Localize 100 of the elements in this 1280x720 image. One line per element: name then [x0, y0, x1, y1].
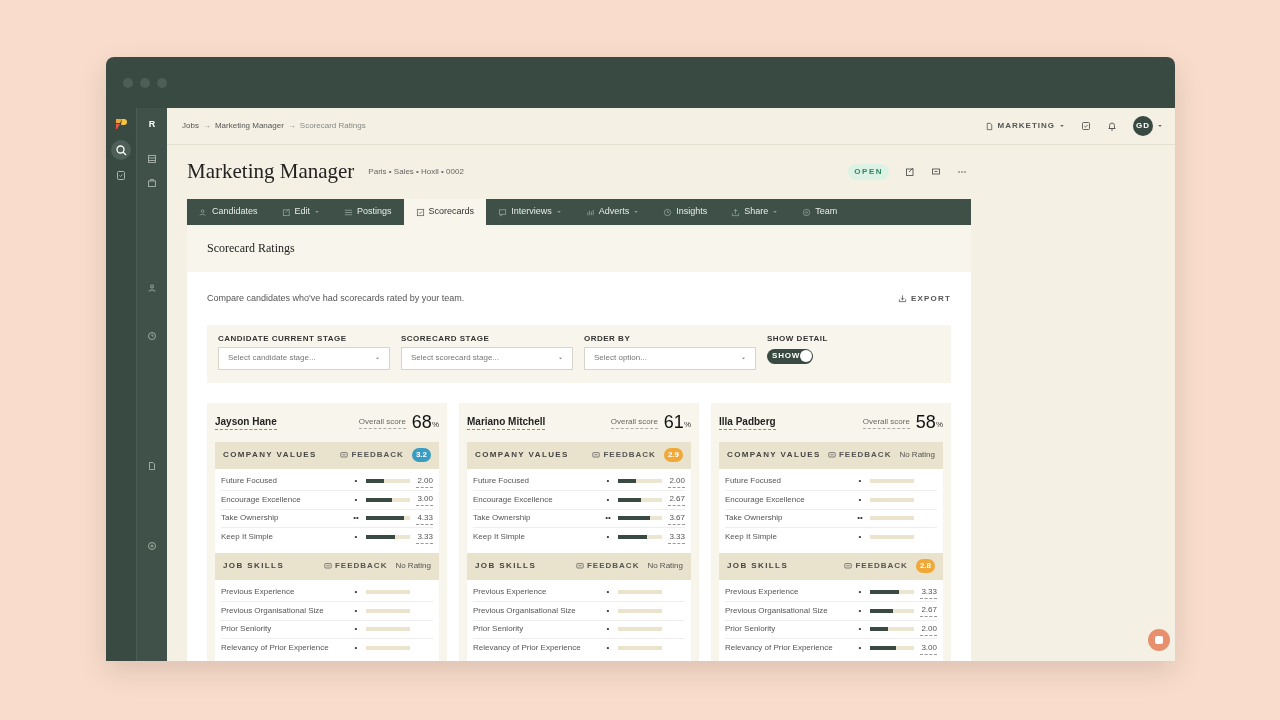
overall-score-label: Overall score [610, 415, 658, 429]
rating-text: No Rating [395, 560, 431, 572]
criterion-label: Future Focused [221, 475, 279, 488]
download-icon [897, 294, 907, 304]
unrated-bar [870, 497, 914, 502]
feedback-button[interactable]: FEEDBACK [592, 449, 656, 461]
overall-score-label: Overall score [358, 415, 406, 429]
tab[interactable]: Candidates [187, 199, 270, 225]
comment-icon [323, 562, 332, 570]
rating-text: No Rating [899, 449, 935, 461]
search-icon[interactable] [111, 140, 131, 160]
section-title: COMPANY VALUES [223, 449, 317, 461]
select-field[interactable]: Select candidate stage... [218, 346, 390, 370]
comment-icon [575, 562, 584, 570]
edit-icon[interactable] [905, 167, 915, 177]
score-value: 58 [915, 413, 936, 431]
candidate-name[interactable]: Jayson Hane [215, 414, 277, 430]
tab[interactable]: Interviews [486, 199, 574, 225]
criterion-label: Encourage Excellence [473, 493, 554, 506]
rating-value: 3.00 [416, 493, 433, 507]
gear-icon[interactable] [147, 540, 157, 551]
breadcrumb-link[interactable]: Marketing Manager [214, 120, 284, 132]
caret-icon [558, 355, 563, 361]
list-icon[interactable] [147, 153, 157, 164]
comment-icon [827, 451, 836, 459]
logo-icon [115, 118, 127, 130]
percent-sign: % [683, 420, 691, 431]
rating-badge: 2.9 [663, 448, 683, 462]
importance-dots: • [353, 604, 359, 617]
importance-dots: • [353, 493, 359, 506]
checkbox-icon[interactable] [1081, 121, 1091, 131]
clipboard-icon[interactable] [116, 170, 126, 180]
select-field[interactable]: Select scorecard stage... [401, 346, 573, 370]
rating-badge: 3.2 [411, 448, 431, 462]
tab[interactable]: Insights [651, 199, 720, 225]
score-value: 68 [411, 413, 432, 431]
toggle-switch[interactable]: SHOW [767, 348, 813, 364]
unrated-bar [618, 608, 662, 613]
comment-icon [498, 207, 508, 217]
importance-dots: • [353, 623, 359, 636]
criterion-label: Prior Seniority [221, 623, 273, 636]
rating-value: 4.33 [416, 511, 433, 525]
feedback-button[interactable]: FEEDBACK [827, 449, 892, 461]
importance-dots: • [605, 642, 611, 655]
percent-sign: % [935, 420, 943, 431]
bell-icon[interactable] [1107, 121, 1117, 131]
unrated-bar [870, 535, 914, 540]
importance-dots: • [857, 493, 863, 506]
tab[interactable]: Share [719, 199, 791, 225]
comment-icon[interactable] [931, 167, 941, 177]
criterion-label: Keep It Simple [221, 531, 275, 544]
document-icon[interactable] [147, 460, 157, 471]
importance-dots: • [605, 586, 611, 599]
breadcrumb-link[interactable]: Jobs [182, 120, 199, 132]
importance-dots: • [857, 531, 863, 544]
tab[interactable]: Team [790, 199, 850, 225]
importance-dots: •• [352, 512, 360, 525]
importance-dots: • [605, 531, 611, 544]
caret-icon [1059, 123, 1065, 129]
criterion-label: Future Focused [725, 475, 783, 488]
rating-value: 3.67 [668, 511, 685, 525]
caret-icon[interactable] [1157, 123, 1163, 129]
importance-dots: • [353, 642, 359, 655]
feedback-button[interactable]: FEEDBACK [575, 560, 640, 572]
candidate-name[interactable]: Mariano Mitchell [467, 414, 546, 430]
project-initial[interactable]: R [148, 118, 156, 132]
rating-value: 3.33 [920, 585, 937, 599]
breadcrumb-separator: → [287, 120, 296, 132]
select-field[interactable]: Select option... [584, 346, 756, 370]
importance-dots: • [857, 642, 863, 655]
filter-label: SHOW DETAIL [767, 334, 828, 343]
importance-dots: • [353, 531, 359, 544]
people-icon [199, 207, 208, 217]
unrated-bar [618, 627, 662, 632]
feedback-button[interactable]: FEEDBACK [340, 449, 404, 461]
tab[interactable]: Scorecards [403, 199, 487, 225]
rating-value: 2.00 [668, 474, 685, 488]
candidate-name[interactable]: Illa Padberg [719, 414, 776, 430]
criterion-label: Take Ownership [473, 512, 532, 525]
clock-icon[interactable] [147, 330, 157, 341]
rating-value: 3.00 [920, 641, 937, 655]
user-avatar[interactable]: GD [1133, 116, 1153, 136]
criterion-label: Previous Organisational Size [473, 604, 577, 617]
people-icon[interactable] [147, 282, 157, 293]
tab[interactable]: Postings [332, 199, 404, 225]
status-label: OPEN [848, 164, 889, 180]
briefcase-icon[interactable] [147, 177, 157, 188]
unrated-bar [366, 627, 410, 632]
feedback-button[interactable]: FEEDBACK [844, 560, 908, 572]
tab[interactable]: Adverts [573, 199, 652, 225]
unrated-bar [870, 516, 914, 521]
list-icon [344, 207, 354, 217]
overall-score-label: Overall score [862, 415, 910, 429]
workspace-dropdown[interactable]: MARKETING [984, 120, 1065, 132]
feedback-button[interactable]: FEEDBACK [323, 560, 388, 572]
section-title: COMPANY VALUES [727, 449, 821, 461]
importance-dots: • [353, 586, 359, 599]
tab[interactable]: Edit [269, 199, 333, 225]
export-button[interactable]: EXPORT [897, 292, 951, 305]
criterion-label: Relevancy of Prior Experience [725, 642, 834, 655]
